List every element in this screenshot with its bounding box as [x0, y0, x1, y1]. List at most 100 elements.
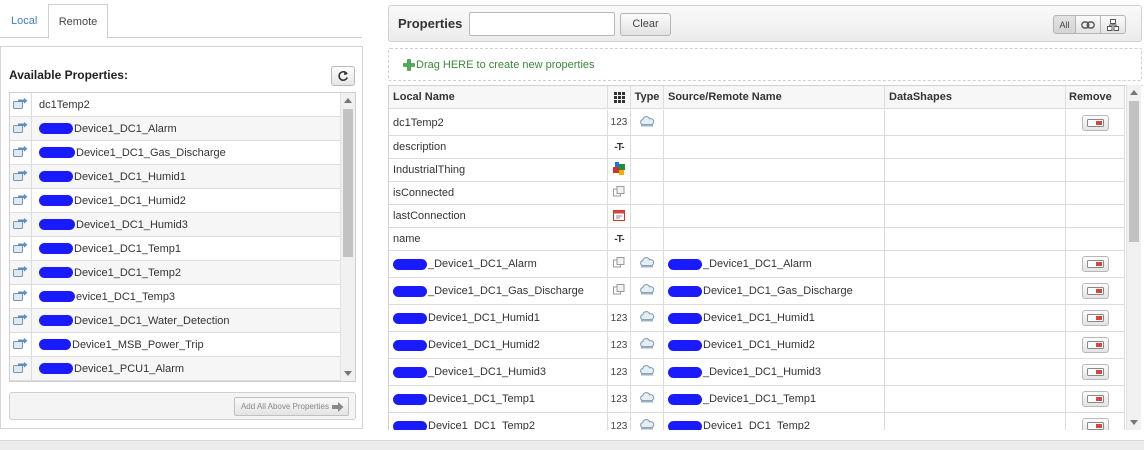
scroll-up-icon[interactable] [1130, 90, 1138, 95]
source-name-cell[interactable]: _Device1_DC1_Alarm [664, 251, 885, 278]
datashapes-cell[interactable] [885, 413, 1066, 430]
remote-property-icon[interactable] [10, 261, 32, 284]
datashapes-cell[interactable] [885, 205, 1066, 228]
available-property-item[interactable]: Device1_DC1_Alarm [10, 117, 341, 141]
source-name-cell[interactable] [664, 205, 885, 228]
datashapes-cell[interactable] [885, 332, 1066, 359]
source-name-cell[interactable] [664, 110, 885, 136]
remote-property-icon[interactable] [10, 309, 32, 332]
remove-button[interactable] [1081, 310, 1109, 326]
local-name-cell[interactable]: isConnected [389, 182, 608, 205]
filter-all-button[interactable]: All [1053, 15, 1076, 34]
remove-button[interactable] [1081, 256, 1109, 272]
property-row[interactable]: Device1_DC1_Humid1 123 Device1_DC1_Humid1 [389, 305, 1125, 332]
available-property-item[interactable]: Device1_DC1_Temp1 [10, 237, 341, 261]
property-row[interactable]: isConnected [389, 182, 1125, 205]
refresh-button[interactable] [331, 66, 355, 86]
remote-property-icon[interactable] [10, 285, 32, 308]
remote-property-icon[interactable] [10, 117, 32, 140]
remove-button[interactable] [1081, 364, 1109, 380]
datashapes-cell[interactable] [885, 182, 1066, 205]
list-scrollbar[interactable] [340, 93, 355, 381]
local-name-cell[interactable]: _Device1_DC1_Alarm [389, 251, 608, 278]
local-name-cell[interactable]: _Device1_DC1_Gas_Discharge [389, 278, 608, 305]
col-base-type[interactable] [608, 86, 631, 109]
property-row[interactable]: Device1_DC1_Humid2 123 Device1_DC1_Humid2 [389, 332, 1125, 359]
local-name-cell[interactable]: IndustrialThing [389, 159, 608, 182]
filter-bound-button[interactable] [1075, 15, 1101, 34]
remote-property-icon[interactable] [10, 141, 32, 164]
add-all-button[interactable]: Add All Above Properties [233, 397, 349, 416]
datashapes-cell[interactable] [885, 359, 1066, 386]
col-datashapes[interactable]: DataShapes [885, 86, 1066, 109]
remove-button[interactable] [1081, 337, 1109, 353]
local-name-cell[interactable]: name [389, 228, 608, 251]
local-name-cell[interactable]: Device1_DC1_Temp1 [389, 386, 608, 413]
available-property-item[interactable]: Device1_DC1_Humid3 [10, 213, 341, 237]
available-property-item[interactable]: dc1Temp2 [10, 93, 341, 117]
remote-property-icon[interactable] [10, 93, 32, 116]
property-row[interactable]: name -T- [389, 228, 1125, 251]
local-name-cell[interactable]: Device1_DC1_Humid1 [389, 305, 608, 332]
scroll-down-icon[interactable] [1130, 420, 1138, 425]
property-row[interactable]: IndustrialThing [389, 159, 1125, 182]
source-name-cell[interactable] [664, 228, 885, 251]
property-row[interactable]: _Device1_DC1_Humid3 123 _Device1_DC1_Humid… [389, 359, 1125, 386]
available-property-item[interactable]: evice1_DC1_Temp3 [10, 285, 341, 309]
datashapes-cell[interactable] [885, 228, 1066, 251]
scroll-thumb[interactable] [1129, 101, 1139, 242]
source-name-cell[interactable]: Device1_DC1_Gas_Discharge [664, 278, 885, 305]
property-row[interactable]: Device1_DC1_Temp2 123 Device1_DC1_Temp2 [389, 413, 1125, 430]
remote-property-icon[interactable] [10, 357, 32, 380]
datashapes-cell[interactable] [885, 136, 1066, 159]
available-property-item[interactable]: Device1_DC1_Temp2 [10, 261, 341, 285]
datashapes-cell[interactable] [885, 305, 1066, 332]
drag-drop-zone[interactable]: Drag HERE to create new properties [388, 48, 1142, 81]
local-name-cell[interactable]: Device1_DC1_Temp2 [389, 413, 608, 430]
datashapes-cell[interactable] [885, 278, 1066, 305]
scroll-up-icon[interactable] [344, 98, 352, 103]
grid-scrollbar[interactable] [1126, 85, 1141, 430]
source-name-cell[interactable] [664, 182, 885, 205]
available-property-item[interactable]: Device1_DC1_Water_Detection [10, 309, 341, 333]
remote-property-icon[interactable] [10, 237, 32, 260]
source-name-cell[interactable] [664, 136, 885, 159]
local-name-cell[interactable]: Device1_DC1_Humid2 [389, 332, 608, 359]
available-property-item[interactable]: Device1_PCU1_Alarm [10, 357, 341, 381]
datashapes-cell[interactable] [885, 110, 1066, 136]
col-local-name[interactable]: Local Name [389, 86, 608, 109]
property-row[interactable]: Device1_DC1_Temp1 123 _Device1_DC1_Temp1 [389, 386, 1125, 413]
source-name-cell[interactable]: _Device1_DC1_Humid3 [664, 359, 885, 386]
tab-local[interactable]: Local [0, 4, 48, 38]
property-row[interactable]: dc1Temp2 123 [389, 110, 1125, 136]
remote-property-icon[interactable] [10, 333, 32, 356]
property-row[interactable]: lastConnection [389, 205, 1125, 228]
local-name-cell[interactable]: _Device1_DC1_Humid3 [389, 359, 608, 386]
col-remove[interactable]: Remove [1066, 86, 1125, 109]
datashapes-cell[interactable] [885, 159, 1066, 182]
available-property-item[interactable]: Device1_DC1_Humid1 [10, 165, 341, 189]
source-name-cell[interactable] [664, 159, 885, 182]
remote-property-icon[interactable] [10, 165, 32, 188]
property-row[interactable]: description -T- [389, 136, 1125, 159]
datashapes-cell[interactable] [885, 386, 1066, 413]
source-name-cell[interactable]: Device1_DC1_Humid1 [664, 305, 885, 332]
filter-unbound-button[interactable] [1100, 15, 1126, 34]
property-row[interactable]: _Device1_DC1_Gas_Discharge Device1_DC1_Ga… [389, 278, 1125, 305]
source-name-cell[interactable]: Device1_DC1_Temp2 [664, 413, 885, 430]
datashapes-cell[interactable] [885, 251, 1066, 278]
local-name-cell[interactable]: dc1Temp2 [389, 110, 608, 136]
remote-property-icon[interactable] [10, 213, 32, 236]
source-name-cell[interactable]: _Device1_DC1_Temp1 [664, 386, 885, 413]
local-name-cell[interactable]: lastConnection [389, 205, 608, 228]
clear-button[interactable]: Clear [620, 13, 671, 36]
remote-property-icon[interactable] [10, 189, 32, 212]
remove-button[interactable] [1081, 391, 1109, 407]
col-type[interactable]: Type [631, 86, 664, 109]
remove-button[interactable] [1081, 418, 1109, 430]
remove-button[interactable] [1081, 114, 1109, 131]
scroll-thumb[interactable] [343, 109, 353, 257]
source-name-cell[interactable]: Device1_DC1_Humid2 [664, 332, 885, 359]
scroll-down-icon[interactable] [344, 371, 352, 376]
local-name-cell[interactable]: description [389, 136, 608, 159]
